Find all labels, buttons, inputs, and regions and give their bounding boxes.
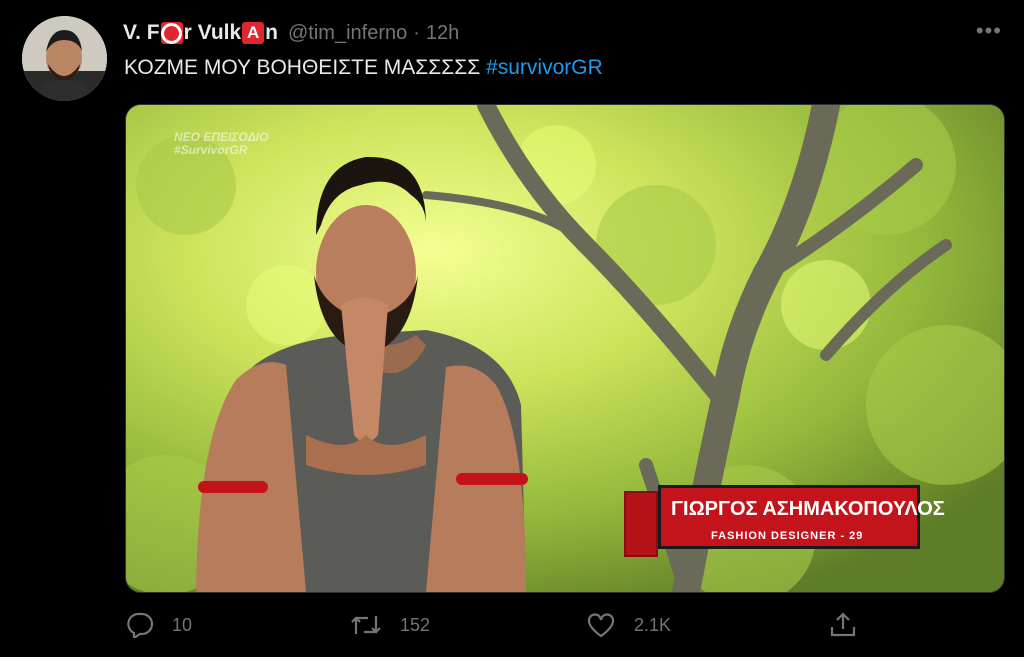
display-name-part: V. F — [123, 21, 160, 44]
like-icon — [587, 613, 615, 638]
survivor-logo-icon — [624, 491, 658, 557]
display-name-part: n — [265, 21, 278, 44]
share-button[interactable] — [828, 612, 876, 638]
display-name-part: r Vulk — [183, 21, 242, 44]
channel-watermark: ΝΕΟ ΕΠΕΙΣΟΔΙΟ #SurvivorGR — [174, 131, 268, 157]
contestant-name: ΓΙΩΡΓΟΣ ΑΣΗΜΑΚΟΠΟΥΛΟΣ — [671, 498, 945, 520]
more-icon[interactable]: ••• — [976, 18, 1002, 44]
tweet-text: ΚΟΖΜΕ ΜΟΥ ΒΟΗΘΕΙΣΤΕ ΜΑΣΣΣΣΣ #survivorGR — [124, 56, 603, 80]
reply-count: 10 — [172, 614, 193, 635]
tweet-header: V. F r Vulk A n @tim_inferno · 12h — [123, 18, 459, 48]
contestant-role: FASHION DESIGNER - 29 — [711, 530, 864, 542]
caption-box: ΓΙΩΡΓΟΣ ΑΣΗΜΑΚΟΠΟΥΛΟΣ FASHION DESIGNER -… — [658, 485, 945, 549]
reply-icon — [127, 612, 154, 638]
like-count: 2.1K — [634, 614, 672, 635]
tweet-media[interactable]: ΝΕΟ ΕΠΕΙΣΟΔΙΟ #SurvivorGR ΓΙΩΡΓΟΣ ΑΣΗΜΑΚ… — [125, 104, 1005, 593]
display-name[interactable]: V. F r Vulk A n — [123, 21, 278, 45]
retweet-button[interactable]: 152 — [350, 612, 430, 638]
avatar-image — [22, 16, 107, 101]
timestamp[interactable]: 12h — [426, 22, 459, 45]
like-button[interactable]: 2.1K — [586, 612, 671, 638]
action-bar: 10 152 2.1K — [0, 612, 1024, 642]
share-icon — [830, 612, 856, 637]
lower-third-caption: ΓΙΩΡΓΟΣ ΑΣΗΜΑΚΟΠΟΥΛΟΣ FASHION DESIGNER -… — [624, 485, 945, 559]
user-handle[interactable]: @tim_inferno — [288, 22, 407, 45]
retweet-icon — [351, 616, 381, 634]
red-a-emoji-icon: A — [242, 22, 265, 44]
hashtag-link[interactable]: #survivorGR — [486, 56, 603, 79]
retweet-count: 152 — [400, 614, 431, 635]
tweet-body: ΚΟΖΜΕ ΜΟΥ ΒΟΗΘΕΙΣΤΕ ΜΑΣΣΣΣΣ — [124, 56, 481, 79]
reply-button[interactable]: 10 — [126, 612, 192, 638]
avatar[interactable] — [22, 16, 107, 101]
watermark-hashtag: #SurvivorGR — [174, 143, 248, 157]
red-o-emoji-icon — [160, 22, 183, 44]
separator-dot: · — [413, 21, 420, 44]
